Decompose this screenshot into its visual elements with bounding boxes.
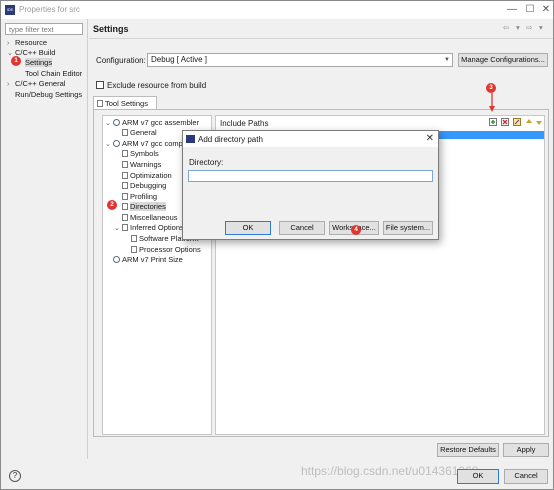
settings-page-icon	[122, 150, 128, 157]
close-button[interactable]: ✕	[537, 3, 554, 17]
chevron-down-icon: ▼	[444, 57, 450, 63]
dialog-title: Add directory path	[198, 135, 263, 144]
checkbox-box[interactable]	[96, 81, 104, 89]
tool-item-symbols[interactable]: Symbols	[122, 148, 159, 159]
dialog-ok-button[interactable]: OK	[225, 221, 271, 235]
close-icon[interactable]: ✕	[426, 133, 434, 144]
configuration-label: Configuration:	[96, 56, 146, 65]
page-title: Settings	[93, 24, 129, 34]
ok-button[interactable]: OK	[457, 469, 499, 484]
forward-arrow-icon[interactable]: ⇨	[526, 23, 532, 32]
properties-window: IDE Properties for src — ☐ ✕ ›Resource ⌄…	[0, 0, 554, 490]
edit-path-icon[interactable]	[513, 118, 521, 126]
configuration-select[interactable]: Debug [ Active ] ▼	[147, 53, 453, 67]
tool-item-print-size[interactable]: ARM v7 Print Size	[105, 254, 183, 265]
dialog-title-bar: Add directory path ✕	[183, 131, 438, 147]
add-path-icon[interactable]	[489, 118, 497, 126]
move-up-icon[interactable]	[525, 118, 533, 126]
nav-item-cpp-general[interactable]: › C/C++ General	[7, 78, 65, 89]
tool-item-inferred-options[interactable]: ⌄ Inferred Options	[114, 222, 184, 233]
chevron-down-icon[interactable]: ⌄	[114, 223, 122, 234]
app-icon	[186, 135, 195, 143]
delete-path-icon[interactable]	[501, 118, 509, 126]
settings-page-icon	[122, 182, 128, 189]
nav-item-run-debug-settings[interactable]: Run/Debug Settings	[15, 89, 82, 100]
nav-tree: › Resource ⌄ C/C++ Build Settings Tool Cha…	[3, 37, 85, 457]
tool-item-general[interactable]: General	[122, 127, 157, 138]
title-bar: IDE Properties for src — ☐ ✕	[1, 1, 553, 19]
directory-input[interactable]	[188, 170, 433, 182]
watermark: https://blog.csdn.net/u014361968	[301, 464, 479, 478]
chevron-down-icon[interactable]: ⌄	[105, 139, 113, 150]
window-title: Properties for src	[19, 5, 80, 14]
step-marker-3: 3	[486, 83, 496, 93]
tool-item-debugging[interactable]: Debugging	[122, 180, 166, 191]
restore-defaults-button[interactable]: Restore Defaults	[437, 443, 499, 457]
tool-item-warnings[interactable]: Warnings	[122, 159, 161, 170]
directory-label: Directory:	[189, 158, 224, 167]
settings-page-icon	[122, 129, 128, 136]
manage-configurations-button[interactable]: Manage Configurations...	[458, 53, 548, 67]
dialog-cancel-button[interactable]: Cancel	[279, 221, 325, 235]
chevron-down-icon[interactable]: ⌄	[105, 118, 113, 129]
filter-input[interactable]	[5, 23, 83, 35]
include-paths-title: Include Paths	[220, 119, 269, 128]
cancel-button[interactable]: Cancel	[504, 469, 548, 484]
step-marker-4: 4	[351, 225, 361, 235]
gear-icon	[113, 140, 120, 147]
nav-item-settings[interactable]: Settings	[25, 57, 53, 68]
add-directory-dialog: Add directory path ✕ Directory: OK Cance…	[182, 130, 439, 240]
view-menu-icon[interactable]: ▾	[539, 23, 543, 32]
step-marker-2: 2	[107, 200, 117, 210]
apply-button[interactable]: Apply	[503, 443, 549, 457]
page-header: Settings ⇦ ▾ ⇨ ▾	[89, 19, 553, 39]
move-down-icon[interactable]	[535, 118, 543, 126]
settings-page-icon	[131, 246, 137, 253]
tool-item-directories[interactable]: Directories	[122, 201, 166, 212]
settings-page-icon	[122, 224, 128, 231]
exclude-resource-checkbox[interactable]: Exclude resource from build	[96, 81, 206, 90]
chevron-right-icon[interactable]: ›	[7, 79, 15, 90]
settings-page-icon	[122, 203, 128, 210]
settings-tab-icon	[97, 100, 103, 107]
step-marker-1: 1	[11, 56, 21, 66]
file-system-button[interactable]: File system...	[383, 221, 433, 235]
minimize-button[interactable]: —	[503, 3, 521, 17]
menu-chevron-icon[interactable]: ▾	[516, 23, 520, 32]
sash-divider[interactable]	[87, 19, 88, 459]
gear-icon	[113, 119, 120, 126]
app-icon: IDE	[5, 5, 15, 15]
back-arrow-icon[interactable]: ⇦	[503, 23, 509, 32]
tab-tool-settings[interactable]: Tool Settings	[93, 96, 157, 110]
gear-icon	[113, 256, 120, 263]
help-icon[interactable]: ?	[9, 470, 21, 482]
settings-page-icon	[131, 235, 137, 242]
settings-page-icon	[122, 161, 128, 168]
settings-page-icon	[122, 172, 128, 179]
settings-page-icon	[122, 193, 128, 200]
red-arrow-icon	[489, 93, 495, 112]
settings-page-icon	[122, 214, 128, 221]
